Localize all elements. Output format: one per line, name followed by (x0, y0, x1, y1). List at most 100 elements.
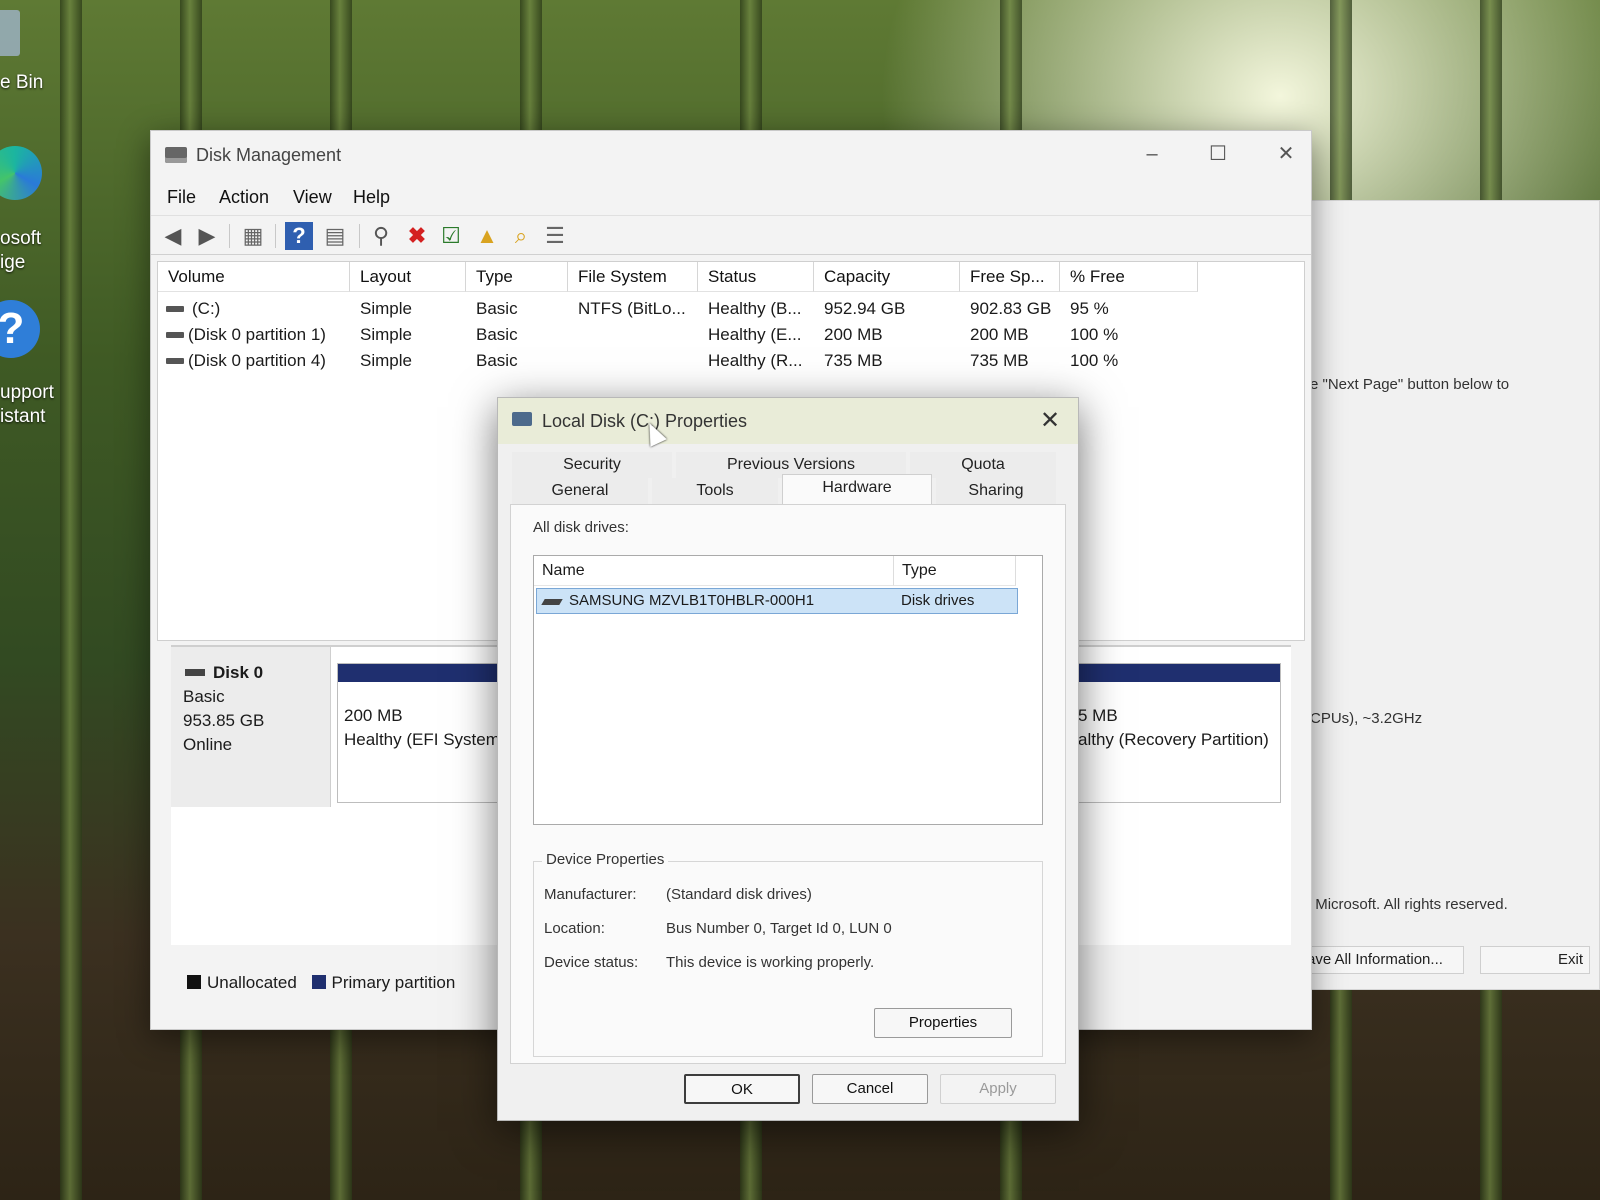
volume-status: Healthy (E... (708, 325, 802, 344)
tab-general[interactable]: General (512, 478, 648, 504)
recycle-bin-icon[interactable] (0, 10, 20, 56)
exit-button[interactable]: Exit (1480, 946, 1590, 974)
volume-file-system: NTFS (BitLo... (578, 299, 686, 318)
volume-name: (Disk 0 partition 1) (188, 325, 326, 344)
tab-security[interactable]: Security (512, 452, 672, 478)
connect-icon[interactable]: ⚲ (367, 222, 395, 250)
column-header-type[interactable]: Type (894, 556, 1016, 586)
drive-type: Disk drives (901, 592, 975, 609)
recycle-bin-label[interactable]: e Bin (0, 72, 43, 94)
tab-sharing[interactable]: Sharing (936, 478, 1056, 504)
partition-efi[interactable]: 200 MB Healthy (EFI System (337, 663, 513, 803)
help-icon[interactable]: ? (285, 222, 313, 250)
volume-status: Healthy (B... (708, 299, 802, 318)
primary-partition-bar (338, 664, 512, 682)
menu-file[interactable]: File (167, 187, 196, 208)
title-bar[interactable]: Disk Management – ☐ ✕ (151, 131, 1311, 179)
save-all-information-button[interactable]: ave All Information... (1300, 946, 1464, 974)
table-row[interactable]: (C:) Simple Basic NTFS (BitLo... Healthy… (158, 296, 1304, 322)
action-pane-icon[interactable]: ▤ (321, 222, 349, 250)
table-row[interactable]: (Disk 0 partition 4) Simple Basic Health… (158, 348, 1304, 374)
volume-status: Healthy (R... (708, 351, 803, 370)
column-header-free-space[interactable]: Free Sp... (960, 262, 1060, 292)
edge-label[interactable]: osoft (0, 228, 41, 250)
column-header-name[interactable]: Name (534, 556, 894, 586)
legend-primary-partition: Primary partition (331, 973, 456, 992)
legend-unallocated: Unallocated (207, 973, 297, 992)
properties-button[interactable]: Properties (874, 1008, 1012, 1038)
volume-name: (C:) (192, 299, 221, 318)
support-assistant-label[interactable]: upport (0, 382, 54, 404)
delete-icon[interactable]: ✖ (403, 222, 431, 250)
checklist-icon[interactable]: ☑ (437, 222, 465, 250)
column-header-percent-free[interactable]: % Free (1060, 262, 1198, 292)
volume-layout: Simple (360, 299, 412, 318)
back-arrow-icon[interactable]: ◀ (159, 222, 187, 250)
folder-up-icon[interactable]: ▲ (473, 222, 501, 250)
question-mark-icon[interactable]: ? (0, 300, 40, 358)
drive-icon (166, 332, 184, 338)
volume-capacity: 200 MB (824, 325, 883, 344)
dialog-title-bar[interactable]: Local Disk (C:) Properties ✕ (498, 398, 1078, 444)
show-hide-console-icon[interactable]: ▦ (239, 222, 267, 250)
table-row[interactable]: (Disk 0 partition 1) Simple Basic Health… (158, 322, 1304, 348)
manufacturer-label: Manufacturer: (544, 886, 637, 903)
background-copyright-text: © Microsoft. All rights reserved. (1300, 896, 1508, 913)
bamboo-stalk (60, 0, 82, 1200)
background-cpu-text: CPUs), ~3.2GHz (1310, 710, 1423, 727)
drive-icon (512, 412, 532, 426)
toolbar-separator (229, 224, 230, 248)
partition-recovery[interactable]: 5 MB althy (Recovery Partition) (1071, 663, 1281, 803)
volume-layout: Simple (360, 351, 412, 370)
folder-search-icon[interactable]: ⌕ (507, 222, 535, 250)
volume-free-space: 200 MB (970, 325, 1029, 344)
primary-partition-swatch (311, 975, 326, 989)
ok-button[interactable]: OK (684, 1074, 800, 1104)
unallocated-swatch (187, 975, 201, 989)
drive-name: SAMSUNG MZVLB1T0HBLR-000H1 (569, 592, 815, 609)
edge-icon[interactable] (0, 146, 42, 200)
tab-hardware[interactable]: Hardware (782, 474, 932, 504)
window-title: Disk Management (196, 145, 342, 165)
drive-icon (166, 306, 184, 312)
column-header-layout[interactable]: Layout (350, 262, 466, 292)
minimize-icon[interactable]: – (1129, 139, 1175, 169)
properties-list-icon[interactable]: ☰ (541, 222, 569, 250)
column-header-status[interactable]: Status (698, 262, 814, 292)
close-icon[interactable]: ✕ (1034, 406, 1066, 436)
location-value: Bus Number 0, Target Id 0, LUN 0 (666, 920, 892, 937)
menu-help[interactable]: Help (353, 187, 390, 208)
disk-drives-list: Name Type SAMSUNG MZVLB1T0HBLR-000H1 Dis… (533, 555, 1043, 825)
apply-button[interactable]: Apply (940, 1074, 1056, 1104)
tab-tools[interactable]: Tools (652, 478, 778, 504)
volume-percent-free: 100 % (1070, 351, 1119, 370)
edge-label-line2[interactable]: ige (0, 252, 25, 274)
disk-0-type: Basic (183, 687, 225, 706)
list-item[interactable]: SAMSUNG MZVLB1T0HBLR-000H1 Disk drives (536, 588, 1018, 614)
close-icon[interactable]: ✕ (1263, 139, 1309, 169)
volume-layout: Simple (360, 325, 412, 344)
volume-percent-free: 100 % (1070, 325, 1119, 344)
disk-0-state: Online (183, 735, 233, 754)
toolbar-separator (275, 224, 276, 248)
forward-arrow-icon[interactable]: ▶ (193, 222, 221, 250)
cancel-button[interactable]: Cancel (812, 1074, 928, 1104)
menu-action[interactable]: Action (219, 187, 269, 208)
menu-view[interactable]: View (293, 187, 332, 208)
device-status-label: Device status: (544, 954, 639, 971)
background-window (1300, 200, 1600, 990)
local-disk-properties-dialog: Local Disk (C:) Properties ✕ Security Pr… (497, 397, 1079, 1121)
disk-0-info[interactable]: Disk 0 Basic 953.85 GB Online (171, 647, 331, 807)
background-next-page-text: e "Next Page" button below to (1310, 376, 1510, 393)
column-header-file-system[interactable]: File System (568, 262, 698, 292)
column-header-volume[interactable]: Volume (158, 262, 350, 292)
partition-status: althy (Recovery Partition) (1078, 730, 1269, 749)
column-header-capacity[interactable]: Capacity (814, 262, 960, 292)
support-assistant-label-line2[interactable]: istant (0, 406, 45, 428)
toolbar-separator (359, 224, 360, 248)
device-properties-group: Device Properties Manufacturer: (Standar… (533, 851, 1043, 1057)
column-header-type[interactable]: Type (466, 262, 568, 292)
disk-0-size: 953.85 GB (183, 711, 265, 730)
maximize-icon[interactable]: ☐ (1195, 139, 1241, 169)
partition-status: Healthy (EFI System (344, 730, 500, 749)
